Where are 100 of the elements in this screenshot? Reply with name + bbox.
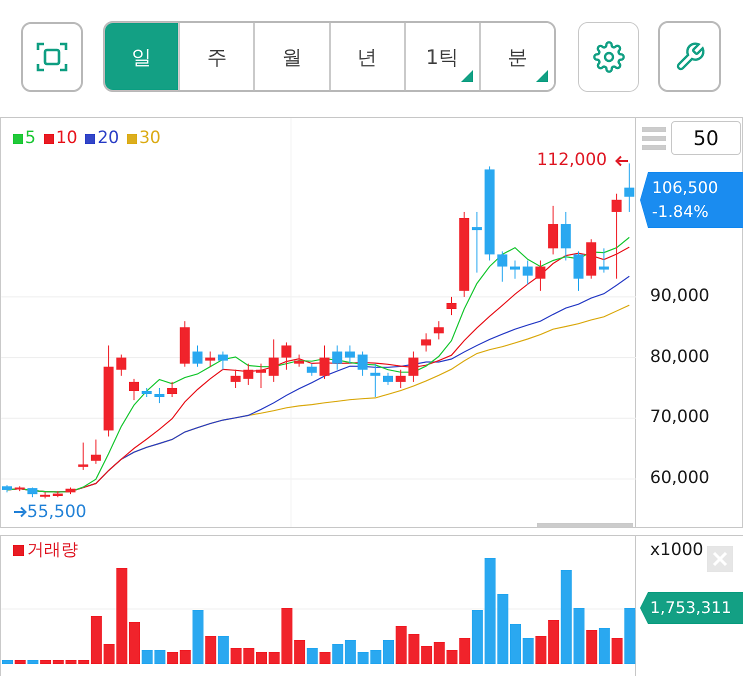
candlestick	[294, 354, 304, 368]
candlestick	[52, 490, 63, 498]
candlestick	[574, 250, 584, 292]
settings-button[interactable]	[578, 22, 639, 92]
candlestick	[598, 248, 609, 274]
legend-label: 20	[97, 127, 120, 150]
price-change: -1.84%	[652, 201, 710, 223]
candlestick	[586, 238, 596, 280]
low-price-label: 55,500	[27, 500, 86, 524]
high-price-label: 112,000	[536, 149, 607, 172]
candlestick	[66, 487, 76, 495]
current-volume-tag: 1,753,311	[640, 592, 743, 624]
volume-bar	[66, 660, 76, 664]
candlestick	[332, 344, 342, 370]
candlestick	[78, 442, 88, 470]
frame-icon	[36, 40, 68, 72]
candlestick	[320, 344, 330, 380]
candlestick	[243, 363, 254, 386]
candlestick	[2, 484, 12, 493]
volume-bar	[446, 650, 458, 664]
candlestick	[256, 363, 266, 388]
right-arrow-icon	[13, 506, 27, 518]
candlestick	[510, 260, 520, 280]
candlestick	[370, 363, 380, 398]
candlestick	[560, 211, 571, 261]
menu-icon	[642, 126, 666, 152]
candlestick	[218, 351, 228, 370]
current-price: 106,500	[652, 177, 720, 199]
volume-unit-label: x1000	[650, 539, 704, 562]
volume-bar	[218, 636, 229, 664]
y-axis-label: 80,000	[650, 348, 710, 366]
volume-bar	[510, 624, 521, 664]
y-axis-label: 60,000	[650, 470, 710, 487]
volume-bar	[192, 610, 204, 664]
legend-swatch-icon	[13, 545, 24, 556]
candlestick	[383, 372, 393, 386]
legend-label: 10	[56, 127, 78, 150]
left-arrow-icon	[615, 154, 629, 167]
legend-label: 30	[139, 127, 161, 150]
volume-bar	[586, 630, 598, 664]
candlestick	[167, 381, 178, 398]
candlestick	[408, 351, 418, 382]
fullscreen-button[interactable]	[21, 22, 83, 92]
candlestick	[434, 320, 444, 340]
candlestick	[358, 351, 368, 376]
volume-bar	[358, 652, 369, 664]
tools-button[interactable]	[658, 21, 721, 92]
candlestick	[522, 260, 533, 286]
candlestick	[624, 162, 634, 212]
candlestick	[205, 351, 216, 368]
candlestick	[306, 363, 317, 376]
candlestick	[281, 342, 292, 370]
candlestick	[116, 354, 126, 376]
candlestick	[192, 344, 202, 368]
candlestick	[40, 492, 50, 499]
volume-bar	[230, 648, 242, 664]
volume-bar	[180, 650, 191, 664]
volume-bar	[396, 626, 407, 664]
y-axis-label: 70,000	[650, 409, 710, 426]
y-axis-label: 90,000	[650, 288, 710, 305]
volume-bar	[320, 652, 330, 664]
volume-bar	[598, 628, 610, 664]
candlestick	[129, 378, 139, 401]
volume-bar	[256, 652, 267, 664]
volume-bar	[421, 646, 432, 664]
volume-bar	[2, 660, 13, 664]
volume-bar	[383, 640, 394, 664]
candlestick	[548, 205, 558, 255]
volume-bar	[535, 636, 546, 664]
volume-bar	[243, 648, 254, 664]
candlestick	[90, 439, 101, 464]
candlestick	[396, 369, 406, 388]
candlestick	[154, 387, 164, 404]
candlestick	[446, 296, 456, 316]
candlestick	[27, 487, 38, 498]
candlestick	[268, 338, 279, 382]
volume-bar	[574, 608, 584, 664]
candlestick	[472, 211, 482, 274]
volume-bar	[370, 650, 382, 664]
volume-bar	[142, 650, 153, 664]
settings-icon	[592, 40, 624, 72]
period-tab[interactable]: 분	[478, 23, 554, 90]
candlestick	[14, 486, 25, 492]
volume-bar	[154, 650, 166, 664]
candle-count-field[interactable]: 50	[671, 121, 741, 155]
volume-bar	[522, 638, 534, 664]
volume-bar	[205, 636, 216, 664]
candlestick	[421, 332, 432, 352]
volume-bar	[344, 640, 356, 664]
candlestick	[535, 260, 546, 292]
candlestick	[142, 387, 152, 398]
volume-bar	[434, 642, 445, 664]
candlestick	[344, 344, 355, 364]
volume-bar	[167, 652, 178, 664]
candlestick	[497, 250, 508, 282]
volume-bar	[129, 622, 140, 664]
close-icon	[707, 546, 733, 572]
volume-bar	[332, 644, 344, 664]
volume-legend-label: 거래량	[27, 539, 78, 562]
volume-bar	[408, 634, 420, 664]
